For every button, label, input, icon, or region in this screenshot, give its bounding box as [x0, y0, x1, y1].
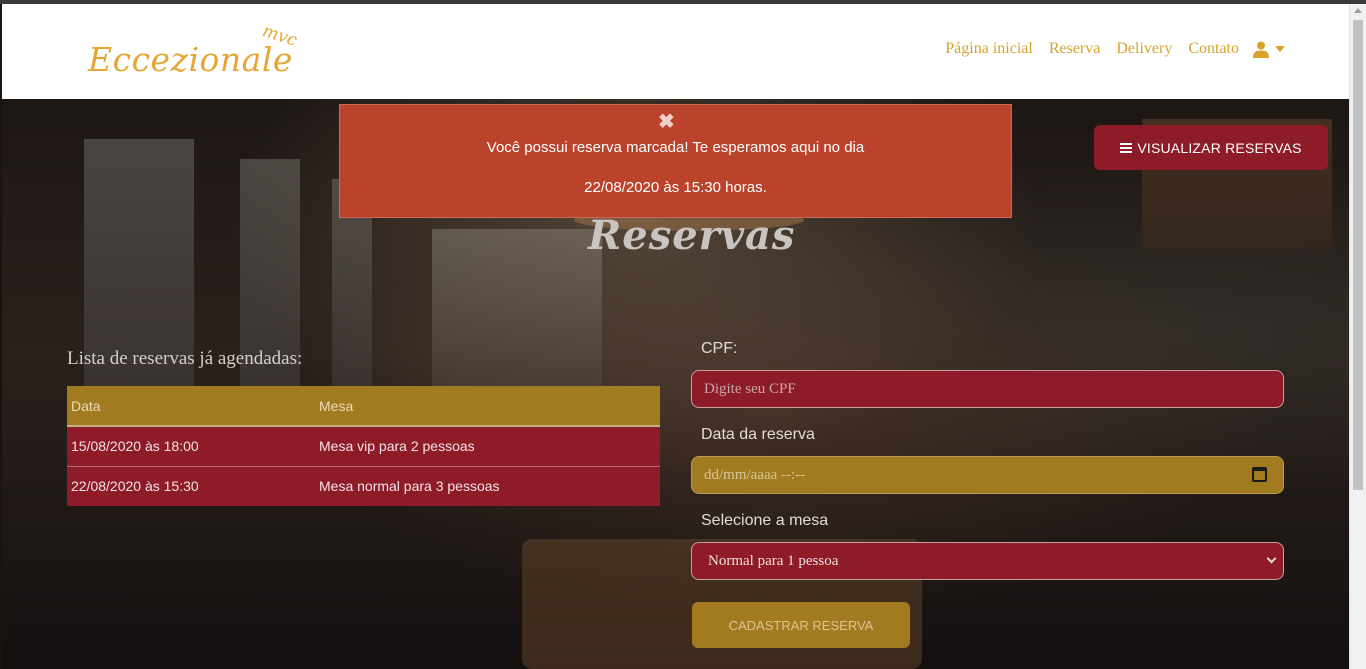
table-select-value: Normal para 1 pessoa	[708, 552, 839, 569]
scrollbar-thumb[interactable]	[1353, 20, 1363, 490]
brand-logo[interactable]: Eccezionale mvc	[88, 21, 318, 96]
column-header-data: Data	[67, 386, 315, 427]
logo-text: Eccezionale	[88, 40, 293, 79]
view-reservations-label: VISUALIZAR RESERVAS	[1137, 139, 1302, 156]
page-title: Reservas	[588, 212, 796, 259]
reservations-table: Data Mesa 15/08/2020 às 18:00 Mesa vip p…	[67, 386, 660, 506]
cell-data: 22/08/2020 às 15:30	[67, 465, 315, 506]
nav-links: Página inicial Reserva Delivery Contato	[929, 40, 1285, 58]
table-select-label: Selecione a mesa	[701, 512, 829, 529]
date-label: Data da reserva	[701, 426, 815, 443]
cpf-placeholder: Digite seu CPF	[704, 380, 796, 397]
submit-reservation-button[interactable]: CADASTRAR RESERVA	[692, 602, 910, 648]
table-row: 22/08/2020 às 15:30 Mesa normal para 3 p…	[67, 465, 660, 506]
nav-link-contato[interactable]: Contato	[1188, 40, 1239, 58]
reservation-date-input[interactable]: dd/mm/aaaa --:--	[691, 456, 1284, 494]
chevron-down-icon	[1266, 553, 1277, 564]
nav-link-reserva[interactable]: Reserva	[1049, 40, 1101, 58]
table-header-row: Data Mesa	[67, 386, 660, 427]
nav-link-delivery[interactable]: Delivery	[1116, 40, 1172, 58]
cell-mesa: Mesa normal para 3 pessoas	[315, 465, 660, 506]
date-placeholder: dd/mm/aaaa --:--	[704, 466, 806, 483]
reservation-alert: ✖ Você possui reserva marcada! Te espera…	[339, 104, 1012, 218]
calendar-icon[interactable]	[1252, 467, 1267, 482]
column-header-mesa: Mesa	[315, 386, 660, 427]
table-select[interactable]: Normal para 1 pessoa	[691, 542, 1284, 580]
background-window	[432, 229, 602, 409]
reservations-list-heading: Lista de reservas já agendadas:	[67, 348, 303, 369]
table-row: 15/08/2020 às 18:00 Mesa vip para 2 pess…	[67, 425, 660, 466]
cpf-label: CPF:	[701, 340, 738, 357]
list-icon	[1120, 142, 1133, 153]
cpf-input[interactable]: Digite seu CPF	[691, 370, 1284, 408]
nav-link-home[interactable]: Página inicial	[945, 40, 1033, 58]
page-scrollbar[interactable]	[1349, 4, 1366, 669]
navbar: Eccezionale mvc Página inicial Reserva D…	[2, 4, 1349, 99]
alert-message-line1: Você possui reserva marcada! Te esperamo…	[486, 139, 865, 156]
view-reservations-button[interactable]: VISUALIZAR RESERVAS	[1094, 125, 1328, 170]
cell-data: 15/08/2020 às 18:00	[67, 425, 315, 466]
caret-down-icon	[1275, 46, 1285, 52]
user-icon	[1253, 41, 1269, 58]
close-icon[interactable]: ✖	[658, 109, 675, 134]
scroll-up-icon[interactable]	[1354, 8, 1362, 13]
user-menu-toggle[interactable]	[1253, 41, 1285, 58]
cell-mesa: Mesa vip para 2 pessoas	[315, 425, 660, 466]
alert-message-line2: 22/08/2020 às 15:30 horas.	[584, 179, 767, 196]
